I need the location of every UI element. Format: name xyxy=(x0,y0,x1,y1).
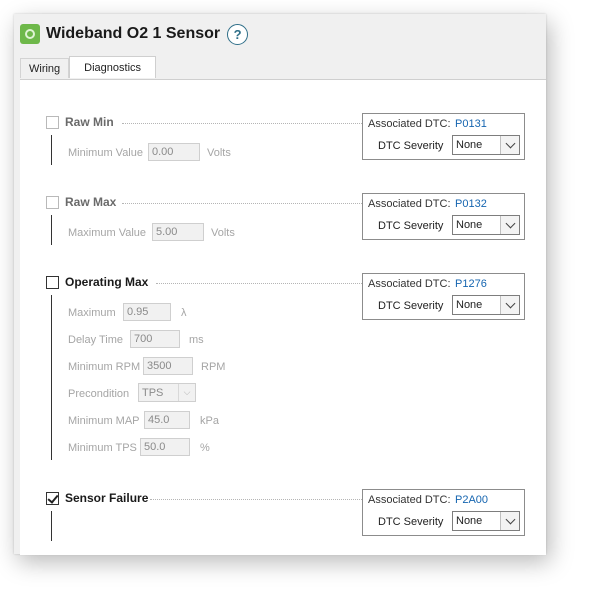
delay-time-label: Delay Time xyxy=(68,334,124,346)
dtc-severity-label: DTC Severity xyxy=(378,516,444,528)
sensor-failure-dtc-box: Associated DTC: P2A00 DTC Severity None xyxy=(362,489,525,536)
dtc-severity-select[interactable]: None xyxy=(452,511,520,531)
maximum-input[interactable] xyxy=(123,303,171,321)
dtc-severity-value: None xyxy=(456,139,483,151)
dtc-severity-value: None xyxy=(456,299,483,311)
dtc-severity-label: DTC Severity xyxy=(378,300,444,312)
dtc-severity-value: None xyxy=(456,219,483,231)
minimum-rpm-label: Minimum RPM xyxy=(68,361,141,373)
help-button[interactable]: ? xyxy=(227,23,249,45)
sensor-app-icon xyxy=(20,24,40,44)
associated-dtc-label: Associated DTC: xyxy=(368,198,451,210)
maximum-value-input[interactable] xyxy=(152,223,204,241)
chevron-down-icon xyxy=(500,512,519,530)
maximum-value-unit: Volts xyxy=(211,227,235,239)
tab-wiring[interactable]: Wiring xyxy=(20,58,70,78)
minimum-value-unit: Volts xyxy=(207,147,231,159)
raw-min-title: Raw Min xyxy=(65,115,114,129)
raw-max-dtc-box: Associated DTC: P0132 DTC Severity None xyxy=(362,193,525,240)
title-bar: Wideband O2 1 Sensor ? xyxy=(20,22,249,46)
section-bracket xyxy=(51,215,52,245)
dtc-severity-select[interactable]: None xyxy=(452,135,520,155)
operating-max-checkbox[interactable] xyxy=(46,276,59,289)
dtc-severity-label: DTC Severity xyxy=(378,140,444,152)
minimum-tps-label: Minimum TPS xyxy=(68,442,137,454)
maximum-label: Maximum xyxy=(68,307,116,319)
dtc-code: P1276 xyxy=(455,278,487,290)
raw-max-title: Raw Max xyxy=(65,195,117,209)
dtc-severity-label: DTC Severity xyxy=(378,220,444,232)
divider xyxy=(122,123,362,124)
precondition-value: TPS xyxy=(142,386,164,399)
delay-time-unit: ms xyxy=(189,334,204,346)
minimum-rpm-unit: RPM xyxy=(201,361,226,373)
dtc-code: P0132 xyxy=(455,198,487,210)
minimum-tps-input[interactable] xyxy=(140,438,190,456)
chevron-down-icon xyxy=(500,296,519,314)
minimum-value-label: Minimum Value xyxy=(68,147,143,159)
delay-time-input[interactable] xyxy=(130,330,180,348)
maximum-unit: λ xyxy=(181,307,187,319)
section-bracket xyxy=(51,295,52,460)
divider xyxy=(156,283,362,284)
chevron-down-icon: ⌵ xyxy=(178,384,195,401)
operating-max-dtc-box: Associated DTC: P1276 DTC Severity None xyxy=(362,273,525,320)
window-title: Wideband O2 1 Sensor xyxy=(46,25,221,42)
minimum-value-input[interactable] xyxy=(148,143,200,161)
chevron-down-icon xyxy=(500,136,519,154)
associated-dtc-label: Associated DTC: xyxy=(368,278,451,290)
precondition-label: Precondition xyxy=(68,388,130,400)
sensor-failure-checkbox[interactable] xyxy=(46,492,59,505)
diagnostics-panel: Raw Min Minimum Value Volts Associated D… xyxy=(20,79,546,555)
associated-dtc-label: Associated DTC: xyxy=(368,494,451,506)
operating-max-title: Operating Max xyxy=(65,275,149,289)
tab-diagnostics[interactable]: Diagnostics xyxy=(69,56,157,78)
section-bracket xyxy=(51,511,52,541)
minimum-rpm-input[interactable] xyxy=(143,357,193,375)
minimum-tps-unit: % xyxy=(200,442,210,454)
dtc-severity-select[interactable]: None xyxy=(452,295,520,315)
sensor-failure-title: Sensor Failure xyxy=(65,491,149,505)
dtc-code: P2A00 xyxy=(455,494,489,506)
divider xyxy=(122,203,362,204)
associated-dtc-label: Associated DTC: xyxy=(368,118,451,130)
minimum-map-label: Minimum MAP xyxy=(68,415,140,427)
minimum-map-unit: kPa xyxy=(200,415,219,427)
tab-bar: Wiring Diagnostics xyxy=(20,56,157,78)
section-bracket xyxy=(51,135,52,165)
divider xyxy=(150,499,362,500)
minimum-map-input[interactable] xyxy=(144,411,190,429)
dtc-severity-select[interactable]: None xyxy=(452,215,520,235)
maximum-value-label: Maximum Value xyxy=(68,227,147,239)
chevron-down-icon xyxy=(500,216,519,234)
raw-max-checkbox[interactable] xyxy=(46,196,59,209)
help-circle-icon: ? xyxy=(233,26,242,42)
dtc-code: P0131 xyxy=(455,118,487,130)
sensor-window: Wideband O2 1 Sensor ? Wiring Diagnostic… xyxy=(14,14,546,555)
raw-min-checkbox[interactable] xyxy=(46,116,59,129)
precondition-select[interactable]: TPS ⌵ xyxy=(138,383,196,402)
dtc-severity-value: None xyxy=(456,515,483,527)
raw-min-dtc-box: Associated DTC: P0131 DTC Severity None xyxy=(362,113,525,160)
